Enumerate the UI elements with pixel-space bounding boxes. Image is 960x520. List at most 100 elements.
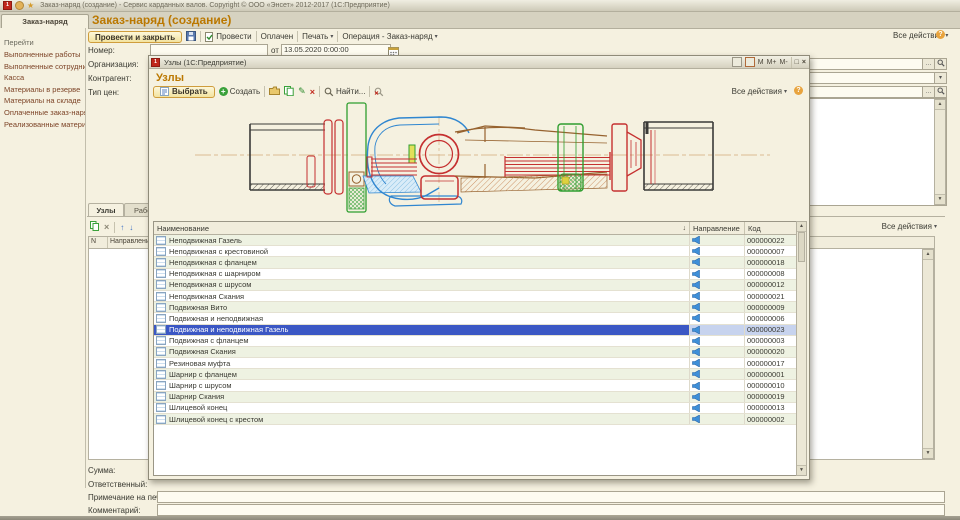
close-icon[interactable]: × [802, 59, 806, 66]
scroll-down-icon[interactable]: ▼ [923, 448, 933, 458]
sidebar-item[interactable]: Выполненные сотрудника... [4, 62, 85, 71]
table-row[interactable]: Подвижная Вито000000009 [154, 302, 806, 313]
print-note-input[interactable] [157, 491, 945, 503]
table-row[interactable]: Неподвижная Газель000000022 [154, 235, 806, 246]
table-row[interactable]: Неподвижная с фланцем000000018 [154, 257, 806, 268]
table-row[interactable]: Резиновая муфта000000017 [154, 358, 806, 369]
post-and-close-button[interactable]: Провести и закрыть [88, 31, 182, 43]
print-menu-button[interactable]: Печать▾ [302, 32, 333, 41]
table-row[interactable]: Подвижная с фланцем000000003 [154, 336, 806, 347]
edit-pencil-icon[interactable]: ✎ [298, 86, 306, 97]
paid-button[interactable]: Оплачен [261, 32, 294, 41]
ellipsis-button[interactable]: … [922, 87, 934, 97]
memory-button[interactable]: М [758, 59, 764, 66]
direction-icon [692, 348, 701, 356]
toolbar-separator [200, 31, 201, 42]
table-row[interactable]: Шарнир Скания000000019 [154, 392, 806, 403]
row-code-cell: 000000007 [745, 246, 797, 256]
sidebar-item[interactable]: Касса [4, 73, 85, 82]
lower-scrollbar[interactable]: ▲ ▼ [922, 249, 934, 459]
scroll-up-icon[interactable]: ▲ [923, 250, 933, 260]
panel-scrollbar[interactable]: ▲ ▼ [934, 99, 946, 205]
column-n[interactable]: N [89, 237, 108, 248]
contractor-label: Контрагент: [88, 74, 132, 83]
copy-icon[interactable] [90, 221, 99, 233]
tab-nodes[interactable]: Узлы [88, 203, 124, 217]
row-name-cell: Неподвижная Скания [154, 291, 690, 301]
modal-all-actions-button[interactable]: Все действия▾ [732, 87, 787, 96]
modal-title-text: Узлы (1С:Предприятие) [164, 58, 246, 67]
magnifier-icon[interactable] [934, 87, 946, 97]
comment-input[interactable] [157, 504, 945, 516]
table-row[interactable]: Неподвижная с шрусом000000012 [154, 280, 806, 291]
table-row[interactable]: Шарнир с фланцем000000001 [154, 369, 806, 380]
post-button[interactable]: Провести [205, 32, 251, 42]
window-dock-icon[interactable] [732, 57, 742, 67]
table-row[interactable]: Шлицевой конец000000013 [154, 403, 806, 414]
create-group-folder-icon[interactable] [269, 86, 280, 97]
table-row[interactable]: Подвижная и неподвижная000000006 [154, 313, 806, 324]
sidebar-item[interactable]: Выполненные работы [4, 50, 85, 59]
table-row[interactable]: Шлицевой конец с крестом000000002 [154, 414, 806, 425]
sidebar-item[interactable]: Материалы на складе [4, 96, 85, 105]
table-row[interactable]: Неподвижная с крестовиной000000007 [154, 246, 806, 257]
list-item-icon [156, 292, 166, 301]
sidebar-item[interactable]: Материалы в резерве [4, 85, 85, 94]
table-row[interactable]: Подвижная Скания000000020 [154, 347, 806, 358]
select-button[interactable]: Выбрать [153, 86, 215, 98]
memory-plus-button[interactable]: М+ [767, 59, 777, 66]
favorites-star-icon[interactable]: ★ [27, 2, 34, 10]
help-icon[interactable]: ? [936, 30, 945, 39]
row-name-cell: Подвижная Скания [154, 347, 690, 357]
magnifier-icon[interactable] [934, 59, 946, 69]
row-name-cell: Неподвижная с фланцем [154, 257, 690, 267]
table-row[interactable]: Шарнир с шрусом000000010 [154, 380, 806, 391]
find-button[interactable]: Найти... [324, 87, 366, 97]
service-button-icon[interactable] [15, 1, 24, 10]
scroll-up-icon[interactable]: ▲ [797, 222, 806, 232]
table-row[interactable]: Неподвижная с шарниром000000008 [154, 269, 806, 280]
direction-icon [692, 236, 701, 244]
move-down-icon[interactable]: ↓ [129, 223, 133, 232]
table-row[interactable]: Неподвижная Скания000000021 [154, 291, 806, 302]
scroll-down-icon[interactable]: ▼ [797, 465, 806, 475]
scroll-down-icon[interactable]: ▼ [935, 194, 945, 204]
memory-minus-button[interactable]: М- [780, 59, 788, 66]
row-name-cell: Неподвижная с шрусом [154, 280, 690, 290]
dropdown-arrow-icon[interactable]: ▾ [934, 73, 946, 83]
scroll-thumb[interactable] [798, 232, 805, 262]
column-direction[interactable]: Направление [690, 222, 745, 234]
create-button[interactable]: + Создать [219, 87, 260, 96]
delete-icon[interactable]: × [104, 222, 109, 232]
clear-find-icon[interactable] [374, 87, 384, 97]
app-title: Заказ-наряд (создание) - Сервис карданны… [40, 2, 390, 9]
sidebar-item[interactable]: Реализованные материалы [4, 120, 85, 129]
sidebar-item[interactable]: Оплаченные заказ-наряды [4, 108, 85, 117]
window-detach-icon[interactable] [745, 57, 755, 67]
column-name[interactable]: Наименование ↓ [154, 222, 690, 234]
column-code[interactable]: Код [745, 222, 797, 234]
lower-all-actions-button[interactable]: Все действия▾ [882, 222, 937, 231]
sidebar-header: Перейти [4, 38, 85, 47]
toolbar-separator [297, 31, 298, 42]
nodes-table-scrollbar[interactable]: ▲ ▼ [796, 221, 807, 476]
help-icon[interactable]: ? [794, 86, 803, 95]
1c-logo-icon: 1 [3, 1, 12, 10]
main-toolbar: Провести и закрыть Провести Оплачен Печа… [88, 30, 438, 43]
maximize-icon[interactable]: □ [795, 59, 799, 66]
copy-icon[interactable] [284, 86, 294, 98]
row-code-cell: 000000010 [745, 380, 797, 390]
row-code-cell: 000000023 [745, 325, 797, 335]
row-name-cell: Подвижная Вито [154, 302, 690, 312]
direction-icon [692, 303, 701, 311]
window-tab-order[interactable]: Заказ-наряд (создание) [1, 14, 89, 29]
ellipsis-button[interactable]: … [922, 59, 934, 69]
list-item-icon [156, 359, 166, 368]
save-icon[interactable] [186, 31, 196, 43]
move-up-icon[interactable]: ↑ [120, 223, 124, 232]
row-name-cell: Резиновая муфта [154, 358, 690, 368]
table-row[interactable]: Подвижная и неподвижная Газель000000023 [154, 325, 806, 336]
scroll-up-icon[interactable]: ▲ [935, 100, 945, 110]
delete-icon[interactable]: × [310, 87, 315, 97]
operation-menu-button[interactable]: Операция - Заказ-наряд▾ [342, 32, 437, 41]
